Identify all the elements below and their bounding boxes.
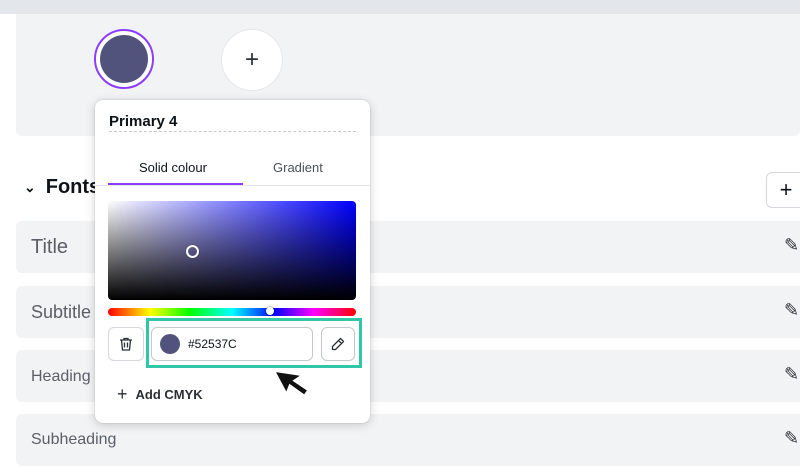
trash-icon <box>120 337 132 351</box>
saturation-value-picker[interactable] <box>108 201 356 300</box>
hue-handle[interactable] <box>266 307 274 315</box>
font-row-label: Title <box>31 236 69 258</box>
active-tab-indicator <box>108 183 243 185</box>
plus-icon: + <box>117 384 128 404</box>
font-row-label: Subtitle <box>31 302 92 322</box>
highlight-box <box>146 318 362 368</box>
color-name-field[interactable]: Primary 4 <box>109 113 177 130</box>
add-color-button[interactable]: + <box>221 29 283 91</box>
add-font-button[interactable]: + <box>766 172 800 208</box>
swatch-fill <box>100 35 148 83</box>
pencil-icon[interactable]: ✎ <box>784 300 799 321</box>
primary-color-swatch[interactable] <box>94 29 154 89</box>
delete-color-button[interactable] <box>108 327 144 361</box>
plus-icon: + <box>779 177 793 202</box>
fonts-heading: Fonts <box>45 176 101 198</box>
title-underline <box>109 131 356 132</box>
mouse-pointer-icon <box>272 369 310 398</box>
tab-solid-colour[interactable]: Solid colour <box>139 160 207 175</box>
fonts-section-header[interactable]: ⌄ Fonts <box>24 176 100 199</box>
tabs-divider <box>95 185 370 186</box>
hue-slider[interactable] <box>108 308 356 316</box>
font-row-label: Subheading <box>31 431 117 448</box>
plus-icon: + <box>244 46 259 73</box>
chevron-down-icon: ⌄ <box>24 179 36 195</box>
pencil-icon[interactable]: ✎ <box>784 235 799 256</box>
add-cmyk-label: Add CMYK <box>135 387 203 402</box>
color-picker-popup: Primary 4 Solid colour Gradient #52537C … <box>95 100 370 423</box>
top-strip <box>0 0 800 14</box>
pencil-icon[interactable]: ✎ <box>784 428 799 449</box>
tab-gradient[interactable]: Gradient <box>273 160 323 175</box>
pencil-icon[interactable]: ✎ <box>784 364 799 385</box>
saturation-handle[interactable] <box>186 245 199 258</box>
add-cmyk-button[interactable]: + Add CMYK <box>117 384 203 405</box>
font-row-label: Heading <box>31 368 91 385</box>
